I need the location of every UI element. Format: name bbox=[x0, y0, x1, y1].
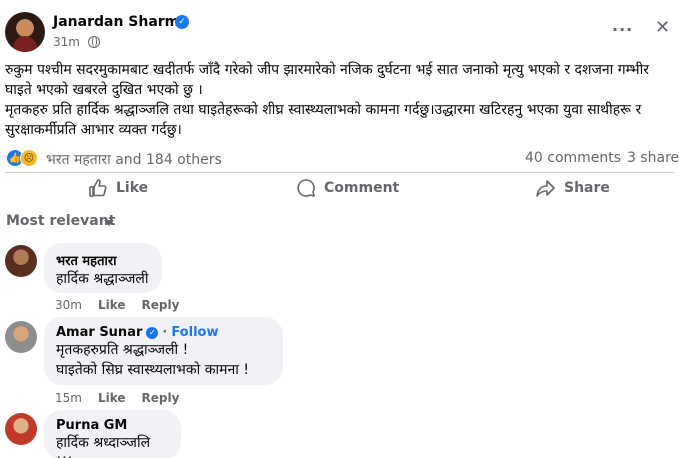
comment-text-line-1: मृतकहरुप्रति श्रद्धाञ्जली ! bbox=[56, 342, 189, 358]
close-icon[interactable]: ✕ bbox=[655, 17, 670, 38]
comment-icon bbox=[297, 179, 315, 197]
verified-badge-icon: ✓ bbox=[146, 326, 159, 339]
chevron-down-icon[interactable] bbox=[104, 220, 114, 226]
comment-text-line-2: घाइतेको सिघ्र स्वास्थ्यलाभको कामना ! bbox=[56, 362, 249, 378]
post-paragraph-2: मृतकहरु प्रति हार्दिक श्रद्धाञ्जलि तथा घ… bbox=[5, 102, 642, 138]
like-button[interactable]: Like bbox=[88, 178, 148, 198]
commenter-name[interactable]: Purna GM bbox=[56, 418, 127, 433]
post-paragraph-1: रुकुम पश्चीम सदरमुकामबाट खदीतर्फ जाँदै ग… bbox=[5, 62, 649, 98]
comment-bubble: Amar Sunar ✓ · Follow मृतकहरुप्रति श्रद्… bbox=[44, 317, 283, 385]
globe-icon bbox=[88, 36, 100, 48]
post-timestamp[interactable]: 31m bbox=[53, 35, 80, 49]
sad-reaction-icon[interactable]: ☹ bbox=[20, 149, 38, 167]
share-label: Share bbox=[564, 180, 610, 196]
author-avatar[interactable] bbox=[5, 12, 45, 52]
divider bbox=[5, 172, 674, 173]
comment-like-button[interactable]: Like bbox=[98, 391, 126, 405]
comment-count[interactable]: 40 comments bbox=[525, 150, 621, 166]
author-name[interactable]: Janardan Sharma bbox=[53, 14, 189, 30]
comment-meta: 15m Like Reply bbox=[55, 391, 179, 405]
commenter-avatar[interactable] bbox=[5, 245, 37, 277]
reaction-names[interactable]: भरत महतारा and 184 others bbox=[46, 150, 222, 169]
post-header: Janardan Sharma ✓ 31m ··· ✕ bbox=[0, 0, 679, 56]
comment-bubble: Purna GM हार्दिक श्रध्दाञ्जलि !!! bbox=[44, 410, 181, 458]
comment-sort-dropdown[interactable]: Most relevant bbox=[6, 213, 115, 229]
comment-text: हार्दिक श्रध्दाञ्जलि !!! bbox=[56, 435, 151, 458]
post-text: रुकुम पश्चीम सदरमुकामबाट खदीतर्फ जाँदै ग… bbox=[5, 60, 675, 140]
comment-meta: 30m Like Reply bbox=[55, 298, 179, 312]
comment-button[interactable]: Comment bbox=[296, 178, 399, 198]
comment-like-button[interactable]: Like bbox=[98, 298, 126, 312]
share-icon bbox=[536, 180, 555, 197]
comment-text: हार्दिक श्रद्धाञ्जली bbox=[56, 271, 149, 287]
commenter-avatar[interactable] bbox=[5, 413, 37, 445]
reactions-summary: 👍 ☹ भरत महतारा and 184 others 40 comment… bbox=[6, 148, 679, 169]
comment-time[interactable]: 30m bbox=[55, 298, 82, 312]
like-label: Like bbox=[116, 180, 149, 196]
commenter-avatar[interactable] bbox=[5, 321, 37, 353]
comment-time[interactable]: 15m bbox=[55, 391, 82, 405]
follow-button[interactable]: Follow bbox=[171, 325, 218, 340]
share-count[interactable]: 3 shares bbox=[627, 150, 679, 166]
share-button[interactable]: Share bbox=[536, 178, 610, 198]
comment-label: Comment bbox=[324, 180, 400, 196]
action-bar: Like Comment Share bbox=[0, 174, 679, 202]
commenter-name[interactable]: Amar Sunar bbox=[56, 325, 142, 340]
separator-dot: · bbox=[162, 325, 168, 340]
comment-reply-button[interactable]: Reply bbox=[142, 298, 180, 312]
comment-bubble: भरत महतारा हार्दिक श्रद्धाञ्जली bbox=[44, 243, 162, 293]
verified-badge-icon: ✓ bbox=[175, 15, 189, 29]
thumbs-up-icon bbox=[89, 179, 107, 197]
commenter-name[interactable]: भरत महतारा bbox=[56, 251, 117, 269]
comment-reply-button[interactable]: Reply bbox=[142, 391, 180, 405]
more-dots-icon[interactable]: ··· bbox=[612, 20, 633, 39]
